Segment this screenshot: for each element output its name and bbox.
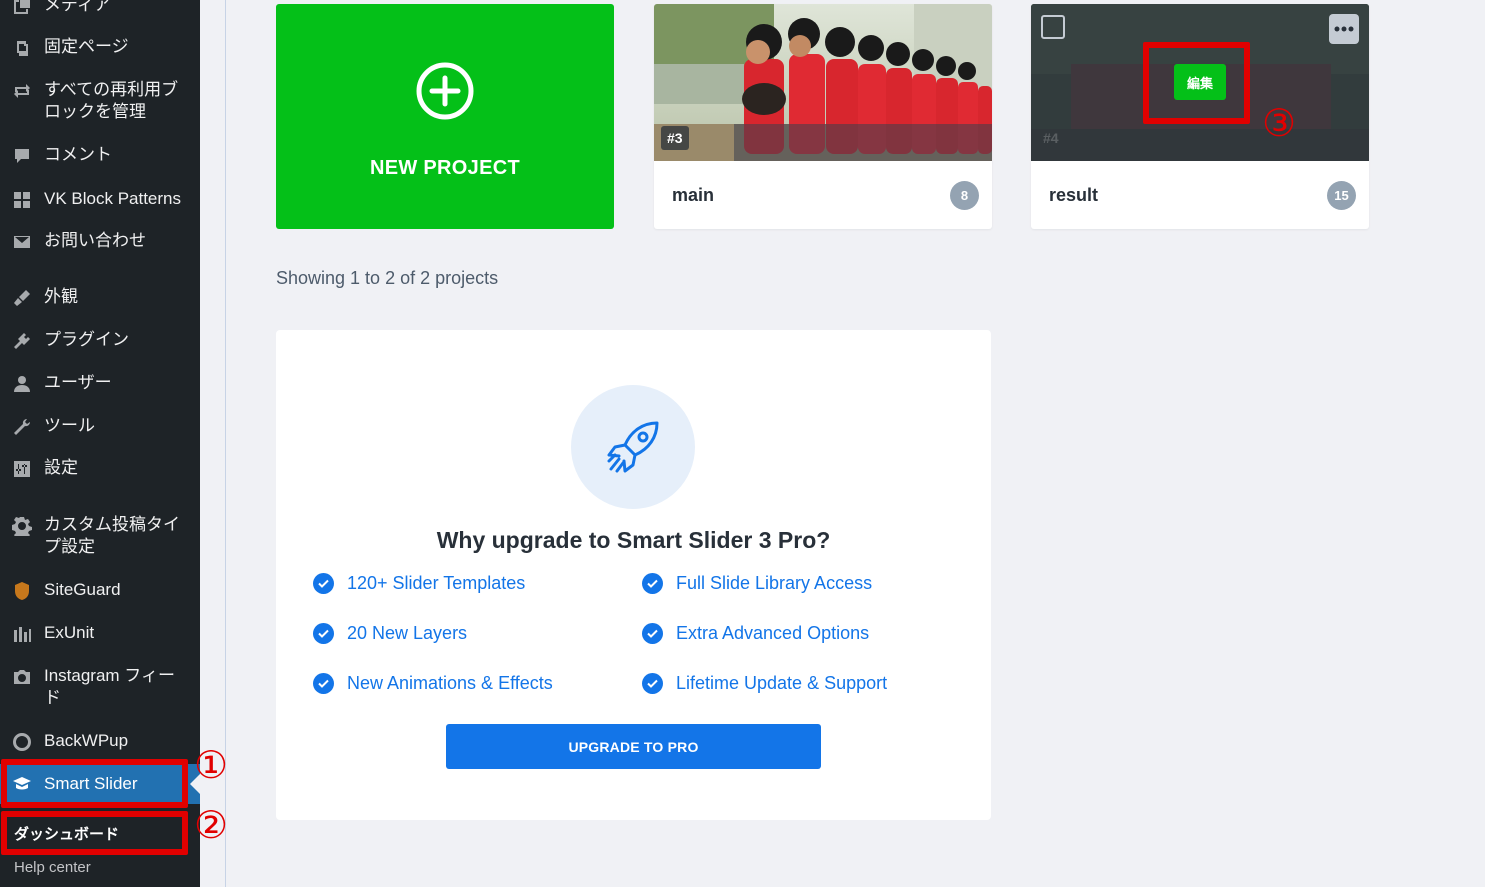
sidebar-item-exunit[interactable]: ExUnit <box>0 622 200 644</box>
annotation-number-1: ① <box>194 743 229 787</box>
sidebar-item-siteguard[interactable]: SiteGuard <box>0 579 200 601</box>
ellipsis-icon <box>1334 26 1354 32</box>
user-icon <box>0 372 44 394</box>
feature-item: New Animations & Effects <box>313 673 553 694</box>
sidebar-item-custom-post-type[interactable]: カスタム投稿タイプ設定 <box>0 514 200 558</box>
mail-icon <box>0 230 44 252</box>
sidebar-item-settings[interactable]: 設定 <box>0 457 200 479</box>
project-card-main[interactable]: #3 main 8 <box>654 4 992 229</box>
tools-icon <box>0 415 44 437</box>
feature-label: 20 New Layers <box>347 623 468 643</box>
media-icon <box>0 0 44 16</box>
sidebar-item-backwpup[interactable]: BackWPup <box>0 730 200 752</box>
sidebar-item-vk-block-patterns[interactable]: VK Block Patterns <box>0 188 200 210</box>
admin-sidebar: メディア 固定ページ すべての再利用ブロックを管理 コメント VK Block … <box>0 0 200 887</box>
block-patterns-icon <box>0 188 44 210</box>
new-project-label: NEW PROJECT <box>370 157 520 179</box>
siteguard-icon <box>0 579 44 601</box>
rocket-badge <box>571 385 695 509</box>
feature-item: Full Slide Library Access <box>642 573 872 594</box>
sidebar-item-contact[interactable]: お問い合わせ <box>0 230 200 252</box>
annotation-box-1 <box>1 759 188 808</box>
project-name[interactable]: result <box>1049 185 1098 206</box>
pages-icon <box>0 36 44 58</box>
check-icon <box>642 623 663 644</box>
sidebar-item-instagram[interactable]: Instagram フィード <box>0 665 200 709</box>
reusable-blocks-icon <box>0 79 44 101</box>
feature-item: 120+ Slider Templates <box>313 573 525 594</box>
check-icon <box>642 673 663 694</box>
sidebar-item-reusable-blocks[interactable]: すべての再利用ブロックを管理 <box>0 79 200 123</box>
feature-label: New Animations & Effects <box>347 673 553 693</box>
feature-label: Full Slide Library Access <box>676 573 873 593</box>
feature-label: Lifetime Update & Support <box>676 673 888 693</box>
select-checkbox[interactable] <box>1041 15 1065 39</box>
check-icon <box>313 623 334 644</box>
rocket-icon <box>607 421 659 473</box>
annotation-box-2 <box>1 811 188 855</box>
feature-item: Lifetime Update & Support <box>642 673 887 694</box>
gear-icon <box>0 514 44 536</box>
pagination-status: Showing 1 to 2 of 2 projects <box>276 268 499 288</box>
feature-item: Extra Advanced Options <box>642 623 869 644</box>
plugin-icon <box>0 329 44 351</box>
comment-icon <box>0 144 44 166</box>
feature-item: 20 New Layers <box>313 623 467 644</box>
sidebar-item-tools[interactable]: ツール <box>0 415 200 437</box>
sidebar-item-appearance[interactable]: 外観 <box>0 286 200 308</box>
upgrade-panel: Why upgrade to Smart Slider 3 Pro? 120+ … <box>276 330 991 820</box>
annotation-number-2: ② <box>194 803 229 847</box>
sidebar-item-comments[interactable]: コメント <box>0 144 200 166</box>
more-options-button[interactable] <box>1329 14 1359 44</box>
check-icon <box>313 673 334 694</box>
new-project-card[interactable]: NEW PROJECT <box>276 4 614 229</box>
sidebar-item-pages[interactable]: 固定ページ <box>0 36 200 58</box>
camera-icon <box>0 665 44 687</box>
appearance-icon <box>0 286 44 308</box>
upgrade-title: Why upgrade to Smart Slider 3 Pro? <box>436 527 831 553</box>
project-id-badge: #4 <box>1043 130 1059 146</box>
backwpup-icon <box>0 730 44 752</box>
check-icon <box>313 573 334 594</box>
exunit-icon <box>0 622 44 644</box>
sidebar-item-plugins[interactable]: プラグイン <box>0 329 200 351</box>
annotation-box-3 <box>1143 42 1250 124</box>
project-thumbnail-main <box>654 4 992 161</box>
project-name[interactable]: main <box>672 185 714 206</box>
sidebar-item-media[interactable]: メディア <box>0 0 200 16</box>
slide-count-badge: 15 <box>1327 181 1356 210</box>
settings-icon <box>0 457 44 479</box>
check-icon <box>642 573 663 594</box>
feature-label: Extra Advanced Options <box>676 623 870 643</box>
submenu-help-center[interactable]: Help center <box>14 859 91 876</box>
slide-count-badge: 8 <box>950 181 979 210</box>
upgrade-to-pro-button[interactable]: UPGRADE TO PRO <box>446 724 821 769</box>
sidebar-item-users[interactable]: ユーザー <box>0 372 200 394</box>
plus-circle-icon <box>416 62 474 120</box>
project-id-badge: #3 <box>661 126 689 150</box>
feature-label: 120+ Slider Templates <box>347 573 526 593</box>
annotation-number-3: ③ <box>1262 101 1297 145</box>
